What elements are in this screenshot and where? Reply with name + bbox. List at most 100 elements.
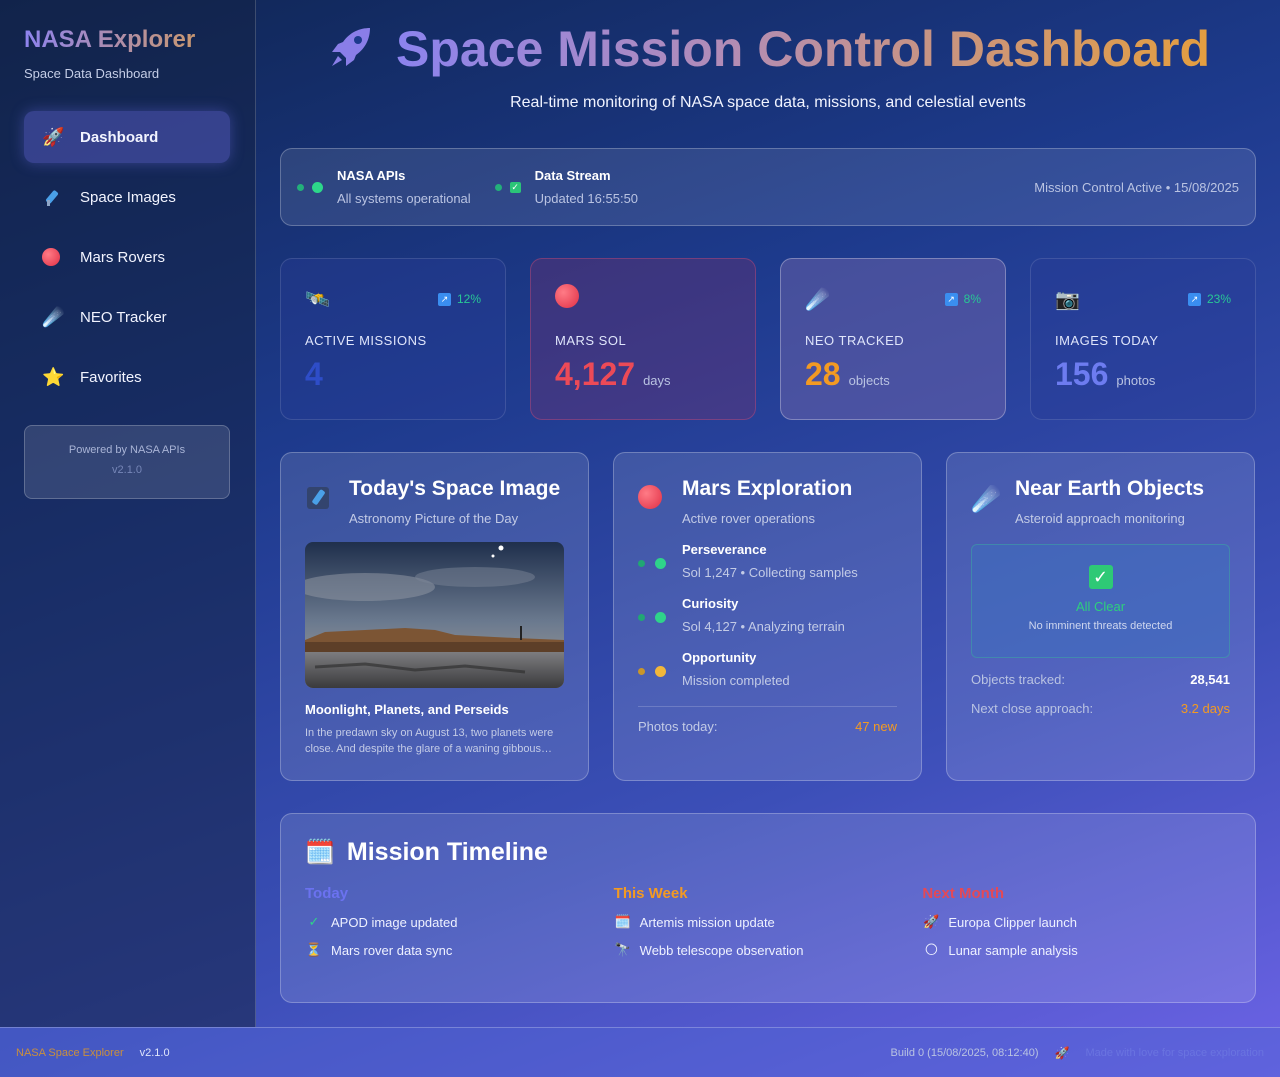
status-dot bbox=[638, 668, 645, 675]
timeline-item[interactable]: 🚀 Europa Clipper launch bbox=[922, 914, 1231, 930]
sidebar: NASA Explorer Space Data Dashboard 🚀 Das… bbox=[0, 0, 256, 1027]
telescope-icon: 🔭 bbox=[614, 942, 631, 957]
rover-item[interactable]: Opportunity Mission completed bbox=[638, 650, 897, 688]
timeline-item[interactable]: 🔭 Webb telescope observation bbox=[614, 942, 923, 958]
stats-row: 🛰️ ↗ 12% ACTIVE MISSIONS 4 MARS SOL 4,127… bbox=[280, 258, 1256, 420]
rover-item[interactable]: Perseverance Sol 1,247 • Collecting samp… bbox=[638, 542, 897, 580]
timeline-column-title: Today bbox=[305, 885, 349, 902]
brand-title: NASA Explorer bbox=[24, 24, 231, 56]
trend-up-icon: ↗ bbox=[944, 292, 958, 306]
sidebar-item-favorites[interactable]: ⭐ Favorites bbox=[24, 351, 230, 403]
calendar-icon: 🗓️ bbox=[305, 839, 335, 866]
rover-item[interactable]: Curiosity Sol 4,127 • Analyzing terrain bbox=[638, 596, 897, 634]
sidebar-item-neo-tracker[interactable]: ☄️ NEO Tracker bbox=[24, 291, 230, 343]
sidebar-item-label: Favorites bbox=[80, 368, 142, 386]
rover-name: Curiosity bbox=[682, 596, 739, 611]
stat-value: 4 bbox=[305, 356, 323, 392]
mission-timeline: 🗓️ Mission Timeline Today ✓ APOD image u… bbox=[280, 813, 1256, 1003]
trend-badge: ↗ 23% bbox=[1187, 292, 1231, 306]
page-subtitle: Real-time monitoring of NASA space data,… bbox=[510, 94, 1026, 111]
footer-version: v2.1.0 bbox=[139, 1046, 170, 1059]
stat-value: 4,127 bbox=[555, 356, 636, 392]
meteor-icon: ☄️ bbox=[805, 288, 830, 311]
sidebar-item-mars-rovers[interactable]: Mars Rovers bbox=[24, 231, 230, 283]
timeline-column-title: Next Month bbox=[922, 885, 1005, 902]
stat-label: ACTIVE MISSIONS bbox=[305, 333, 427, 348]
online-indicator bbox=[312, 181, 323, 193]
check-icon: ✓ bbox=[308, 914, 320, 929]
status-dot bbox=[638, 614, 645, 621]
stat-card-images-today[interactable]: 📷 ↗ 23% IMAGES TODAY 156 photos bbox=[1030, 258, 1256, 420]
stream-status: ✓ Data Stream Updated 16:55:50 bbox=[494, 168, 639, 206]
sidebar-nav: 🚀 Dashboard Space Images Mars Rovers ☄️ … bbox=[24, 111, 231, 403]
mars-card-footer: Photos today: 47 new bbox=[638, 706, 897, 734]
timeline-item[interactable]: ⏳ Mars rover data sync bbox=[305, 942, 614, 958]
api-status: NASA APIs All systems operational bbox=[297, 168, 471, 206]
check-icon: ✓ bbox=[509, 181, 521, 193]
mars-card[interactable]: Mars Exploration Active rover operations… bbox=[613, 452, 922, 781]
stat-card-neo-tracked[interactable]: ☄️ ↗ 8% NEO TRACKED 28 objects bbox=[780, 258, 1006, 420]
section-title: Mission Timeline bbox=[346, 838, 548, 866]
trend-up-icon: ↗ bbox=[1187, 292, 1201, 306]
timeline-item[interactable]: ✓ APOD image updated bbox=[305, 914, 614, 930]
card-title: Mars Exploration bbox=[682, 477, 853, 500]
stat-unit: days bbox=[643, 373, 671, 388]
stat-card-mars-sol[interactable]: MARS SOL 4,127 days bbox=[530, 258, 756, 420]
timeline-item-text: Europa Clipper launch bbox=[948, 914, 1077, 930]
stat-unit: photos bbox=[1116, 373, 1156, 388]
rocket-icon bbox=[326, 22, 376, 77]
system-status-bar: NASA APIs All systems operational ✓ Data… bbox=[280, 148, 1256, 226]
check-icon: ✓ bbox=[1088, 565, 1113, 589]
apod-card[interactable]: Today's Space Image Astronomy Picture of… bbox=[280, 452, 589, 781]
brand-subtitle: Space Data Dashboard bbox=[24, 66, 160, 81]
timeline-item[interactable]: 🗓️ Artemis mission update bbox=[614, 914, 923, 930]
timeline-item[interactable]: 🌕 Lunar sample analysis bbox=[922, 942, 1231, 958]
objects-tracked-value: 28,541 bbox=[1190, 672, 1230, 687]
sidebar-item-space-images[interactable]: Space Images bbox=[24, 171, 230, 223]
apod-image-title: Moonlight, Planets, and Perseids bbox=[305, 702, 509, 717]
apod-image-description: In the predawn sky on August 13, two pla… bbox=[305, 727, 554, 755]
stream-status-detail: Updated 16:55:50 bbox=[534, 191, 639, 206]
card-title: Near Earth Objects bbox=[1015, 477, 1205, 500]
main-content: Space Mission Control Dashboard Real-tim… bbox=[280, 0, 1256, 1003]
telescope-icon bbox=[42, 187, 80, 207]
mars-planet-icon bbox=[555, 284, 579, 314]
footer-tagline: Made with love for space exploration bbox=[1085, 1046, 1264, 1059]
threat-status-note: No imminent threats detected bbox=[1028, 620, 1173, 632]
stat-label: MARS SOL bbox=[555, 333, 627, 348]
stream-status-title: Data Stream bbox=[534, 168, 611, 183]
rover-status-indicator bbox=[655, 612, 666, 623]
card-subtitle: Astronomy Picture of the Day bbox=[349, 511, 519, 526]
telescope-icon bbox=[305, 485, 333, 518]
meteor-icon: ☄️ bbox=[971, 486, 1001, 513]
footer: NASA Space Explorer v2.1.0 Build 0 (15/0… bbox=[0, 1027, 1280, 1077]
satellite-icon: 🛰️ bbox=[305, 288, 330, 311]
api-status-detail: All systems operational bbox=[337, 191, 471, 206]
apod-image[interactable] bbox=[305, 542, 564, 688]
rover-name: Perseverance bbox=[682, 542, 767, 557]
next-approach-value: 3.2 days bbox=[1180, 701, 1230, 716]
neo-card[interactable]: ☄️ Near Earth Objects Asteroid approach … bbox=[946, 452, 1255, 781]
card-title: Today's Space Image bbox=[349, 477, 561, 500]
stat-label: IMAGES TODAY bbox=[1055, 333, 1159, 348]
next-approach-row: Next close approach: 3.2 days bbox=[971, 701, 1230, 716]
mars-planet-icon bbox=[42, 248, 80, 266]
rover-name: Opportunity bbox=[682, 650, 757, 665]
photos-today-value: 47 new bbox=[855, 719, 897, 734]
sidebar-item-dashboard[interactable]: 🚀 Dashboard bbox=[24, 111, 230, 163]
stat-card-active-missions[interactable]: 🛰️ ↗ 12% ACTIVE MISSIONS 4 bbox=[280, 258, 506, 420]
objects-tracked-row: Objects tracked: 28,541 bbox=[971, 672, 1230, 687]
hourglass-icon: ⏳ bbox=[305, 942, 323, 957]
status-dot bbox=[638, 560, 645, 567]
meteor-icon: ☄️ bbox=[42, 306, 65, 327]
rocket-icon: 🚀 bbox=[42, 126, 65, 147]
page-header: Space Mission Control Dashboard Real-tim… bbox=[280, 0, 1256, 112]
timeline-item-text: APOD image updated bbox=[331, 914, 458, 930]
mars-planet-icon bbox=[638, 485, 666, 516]
card-subtitle: Active rover operations bbox=[682, 511, 815, 526]
stat-value: 28 bbox=[805, 356, 841, 392]
powered-by-text: Powered by NASA APIs bbox=[68, 444, 186, 456]
stat-label: NEO TRACKED bbox=[805, 333, 905, 348]
status-dot bbox=[494, 183, 502, 191]
neo-threat-status: ✓ All Clear No imminent threats detected bbox=[971, 544, 1230, 658]
